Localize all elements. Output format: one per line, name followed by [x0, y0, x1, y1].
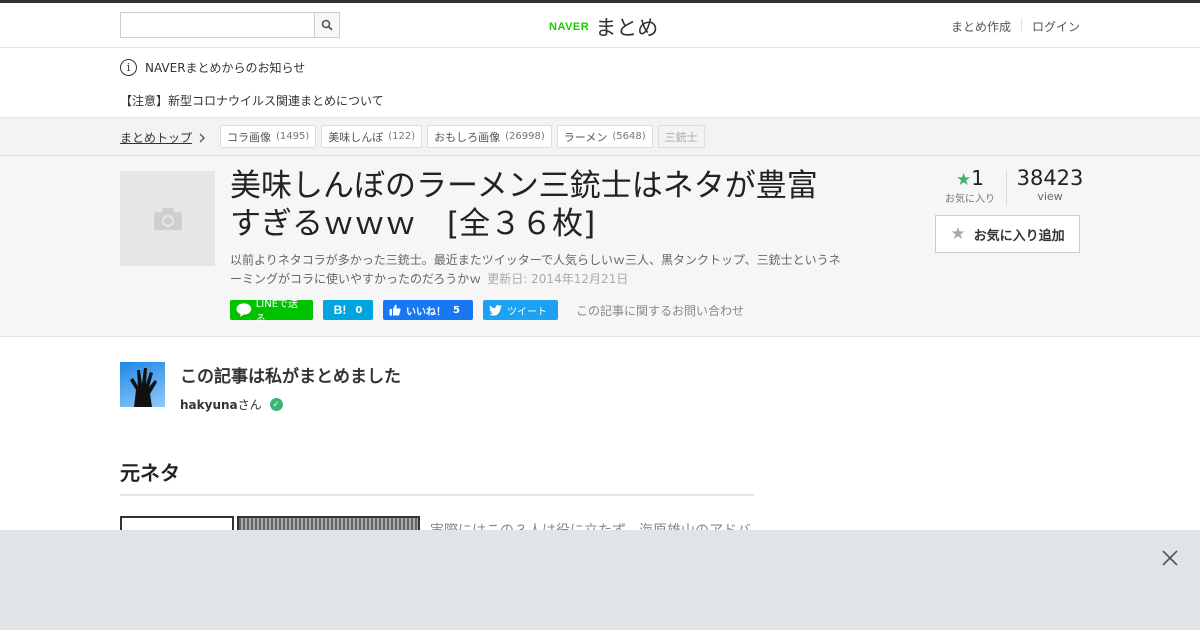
author-card: この記事は私がまとめました hakyuna さん ✓: [120, 362, 401, 413]
site-logo[interactable]: NAVER まとめ: [549, 12, 658, 42]
tag-item[interactable]: 美味しんぼ (122): [321, 125, 423, 148]
avatar[interactable]: [120, 362, 165, 407]
facebook-like-button[interactable]: いいね！ 5: [383, 300, 473, 320]
author-heading: この記事は私がまとめました: [180, 367, 401, 387]
view-count: 38423: [1016, 166, 1084, 190]
article-thumbnail: [120, 171, 215, 266]
author-name-row: hakyuna さん ✓: [180, 396, 401, 413]
hand-silhouette-icon: [130, 368, 157, 407]
favorite-count-block: ★1 お気に入り: [935, 166, 1005, 205]
info-icon: i: [120, 59, 137, 76]
thumbs-up-icon: [389, 304, 401, 316]
share-bar: LINEで送る B! 0 いいね！ 5 ツイート この記事に関するお問い合わせ: [230, 299, 744, 325]
notice-heading-text: NAVERまとめからのお知らせ: [145, 61, 306, 75]
verified-check-icon: ✓: [269, 398, 283, 411]
article-title: 美味しんぼのラーメン三銃士はネタが豊富すぎるｗｗｗ [全３６枚]: [230, 168, 818, 242]
search-button[interactable]: [314, 13, 339, 37]
tag-item[interactable]: ラーメン (5648): [556, 125, 653, 148]
tag-item[interactable]: コラ画像 (1495): [220, 125, 317, 148]
tag-label: ラーメン: [563, 130, 608, 144]
tag-item-disabled: 三銃士: [657, 125, 705, 148]
tweet-button[interactable]: ツイート: [483, 300, 558, 320]
star-outline-icon: ★: [950, 224, 966, 244]
site-header: NAVER まとめ まとめ作成 ログイン: [0, 3, 1200, 48]
tag-bar: まとめトップ コラ画像 (1495) 美味しんぼ (122) おもしろ画像 (2699…: [0, 118, 1200, 156]
author-suffix: さん: [237, 398, 262, 412]
tag-label: 美味しんぼ: [328, 130, 384, 144]
notice-item-link[interactable]: 【注意】新型コロナウイルス関連まとめについて: [120, 92, 384, 109]
add-favorite-button[interactable]: ★ お気に入り追加: [935, 215, 1080, 253]
hatena-icon: B!: [333, 303, 347, 317]
add-favorite-label: お気に入り追加: [973, 228, 1065, 244]
inquiry-link[interactable]: この記事に関するお問い合わせ: [576, 302, 744, 319]
favorite-count: 1: [971, 166, 984, 190]
notice-panel: i NAVERまとめからのお知らせ 【注意】新型コロナウイルス関連まとめについて: [0, 48, 1200, 118]
close-icon[interactable]: [1160, 548, 1180, 568]
tag-list: コラ画像 (1495) 美味しんぼ (122) おもしろ画像 (26998) ラーメン…: [220, 125, 710, 148]
facebook-like-count: 5: [453, 304, 460, 316]
breadcrumb[interactable]: まとめトップ: [120, 129, 206, 146]
breadcrumb-top-link[interactable]: まとめトップ: [120, 129, 192, 146]
article-header: 美味しんぼのラーメン三銃士はネタが豊富すぎるｗｗｗ [全３６枚] 以前よりネタコ…: [0, 156, 1200, 337]
view-count-block: 38423 view: [1015, 166, 1085, 203]
tag-count: (5648): [612, 131, 646, 142]
view-label: view: [1037, 190, 1063, 203]
author-name[interactable]: hakyuna: [180, 398, 238, 412]
search-icon: [321, 19, 333, 31]
tag-count: (26998): [505, 131, 545, 142]
ad-overlay: [0, 530, 1200, 630]
hatena-count: 0: [355, 304, 363, 316]
hatena-bookmark-button[interactable]: B! 0: [323, 300, 373, 320]
stat-divider: [1006, 170, 1007, 206]
header-nav: まとめ作成 ログイン: [951, 18, 1080, 35]
favorite-label: お気に入り: [945, 194, 995, 205]
login-link[interactable]: ログイン: [1032, 18, 1080, 35]
twitter-bird-icon: [489, 304, 502, 316]
line-share-label: LINEで送る: [255, 299, 299, 325]
nav-divider: [1020, 19, 1022, 31]
search-box: [120, 12, 340, 38]
tag-label: おもしろ画像: [434, 130, 501, 144]
notice-heading[interactable]: i NAVERまとめからのお知らせ: [120, 59, 305, 76]
tag-label: コラ画像: [227, 130, 271, 144]
tweet-label: ツイート: [507, 306, 547, 318]
logo-matome-text: まとめ: [595, 16, 659, 40]
tag-label: 三銃士: [664, 130, 698, 144]
tag-count: (122): [388, 131, 416, 142]
search-input[interactable]: [121, 13, 314, 37]
article-description: 以前よりネタコラが多かった三銃士。最近またツイッターで人気らしいｗ三人、黒タンク…: [230, 251, 850, 289]
logo-naver-text: NAVER: [549, 21, 590, 33]
line-share-button[interactable]: LINEで送る: [230, 299, 313, 325]
star-icon: ★: [956, 170, 972, 190]
line-icon: [236, 303, 252, 317]
create-matome-link[interactable]: まとめ作成: [951, 18, 1011, 35]
tag-item[interactable]: おもしろ画像 (26998): [427, 125, 552, 148]
chevron-right-icon: [199, 133, 205, 142]
camera-icon: [153, 207, 182, 230]
section-heading: 元ネタ: [120, 457, 754, 496]
updated-date: 更新日: 2014年12月21日: [487, 272, 629, 286]
author-info: この記事は私がまとめました hakyuna さん ✓: [180, 362, 401, 413]
tag-count: (1495): [276, 131, 310, 142]
facebook-like-label: いいね！: [406, 306, 446, 318]
